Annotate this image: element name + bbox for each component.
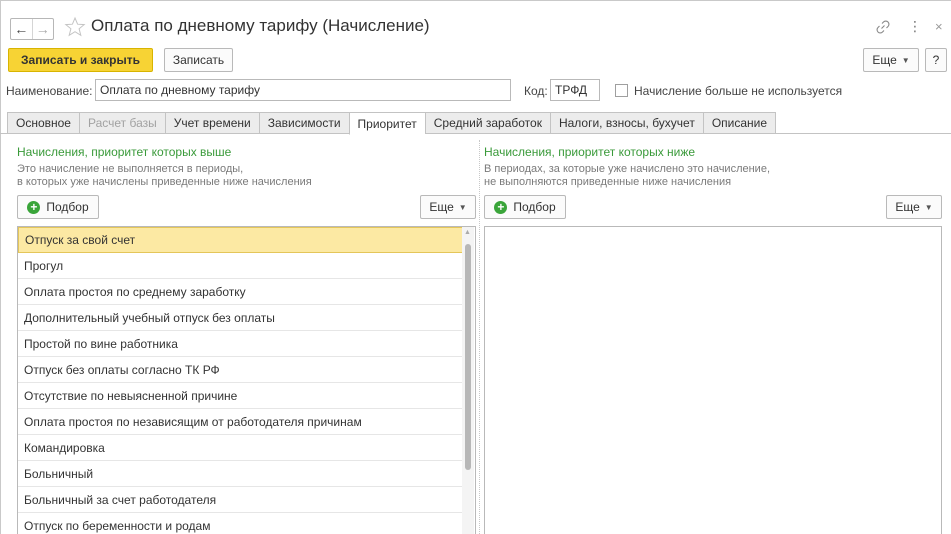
more-menu-label: Еще [872,53,897,67]
tab-description[interactable]: Описание [702,112,777,134]
tab-main[interactable]: Основное [7,112,79,134]
list-item[interactable]: Отсутствие по невыясненной причине [18,383,463,409]
chevron-down-icon: ▼ [901,55,910,65]
save-and-close-button[interactable]: Записать и закрыть [8,48,153,72]
right-more-label: Еще [895,200,920,214]
tab-priority[interactable]: Приоритет [348,112,425,135]
list-item[interactable]: Командировка [18,435,463,461]
forward-button[interactable]: → [31,19,54,39]
right-panel-title: Начисления, приоритет которых ниже [484,145,696,159]
right-panel-hint-line1: В периодах, за которые уже начислено это… [484,163,770,175]
left-more-button[interactable]: Еще ▼ [420,195,476,219]
left-pick-label: Подбор [46,200,89,214]
left-more-label: Еще [429,200,454,214]
list-item[interactable]: Отпуск за свой счет [18,227,463,253]
code-label: Код: [524,84,548,98]
lower-priority-list [484,226,942,534]
favorite-star-icon[interactable] [64,16,86,38]
unused-checkbox[interactable] [615,84,628,97]
higher-priority-list: Отпуск за свой счет Прогул Оплата просто… [17,226,476,534]
link-icon[interactable] [876,20,890,34]
list-item[interactable]: Больничный [18,461,463,487]
help-button[interactable]: ? [925,48,947,72]
tab-bar: Основное Расчет базы Учет времени Зависи… [7,112,777,135]
list-item[interactable]: Отпуск без оплаты согласно ТК РФ [18,357,463,383]
unused-checkbox-label: Начисление больше не используется [634,84,843,98]
left-pick-button[interactable]: + Подбор [17,195,99,219]
list-item[interactable]: Оплата простоя по среднему заработку [18,279,463,305]
list-item[interactable]: Простой по вине работника [18,331,463,357]
tab-taxes-accounting[interactable]: Налоги, взносы, бухучет [549,112,703,134]
name-field[interactable]: Оплата по дневному тарифу [95,79,511,101]
save-button[interactable]: Записать [164,48,233,72]
list-item[interactable]: Больничный за счет работодателя [18,487,463,513]
list-item[interactable]: Прогул [18,253,463,279]
page-title: Оплата по дневному тарифу (Начисление) [91,16,430,35]
scroll-up-icon[interactable]: ▲ [464,229,471,236]
add-icon: + [494,200,508,214]
tab-dependencies[interactable]: Зависимости [258,112,349,134]
right-panel-hint-line2: не выполняются приведенные ниже начислен… [484,176,732,188]
add-icon: + [27,200,41,214]
list-item[interactable]: Отпуск по беременности и родам [18,513,463,534]
right-pick-button[interactable]: + Подбор [484,195,566,219]
more-menu-button[interactable]: Еще ▼ [863,48,919,72]
scrollbar-thumb[interactable] [465,244,471,470]
list-item[interactable]: Оплата простоя по независящим от работод… [18,409,463,435]
code-field[interactable]: ТРФД [550,79,600,101]
chevron-down-icon: ▼ [458,202,467,212]
back-button[interactable]: ← [11,19,32,39]
panel-divider [479,140,480,534]
navigation-buttons: ← → [10,18,54,40]
left-panel-title: Начисления, приоритет которых выше [17,145,232,159]
right-more-button[interactable]: Еще ▼ [886,195,942,219]
right-pick-label: Подбор [513,200,556,214]
tab-average-earnings[interactable]: Средний заработок [424,112,550,134]
left-panel-hint-line2: в которых уже начислены приведенные ниже… [17,176,312,188]
list-item[interactable]: Дополнительный учебный отпуск без оплаты [18,305,463,331]
close-icon[interactable]: × [935,19,943,34]
more-actions-icon[interactable]: ⋮ [908,18,922,35]
name-label: Наименование: [6,84,93,98]
tab-base-calculation[interactable]: Расчет базы [78,112,165,134]
chevron-down-icon: ▼ [924,202,933,212]
tab-time-tracking[interactable]: Учет времени [164,112,259,134]
left-panel-hint-line1: Это начисление не выполняется в периоды, [17,163,244,175]
